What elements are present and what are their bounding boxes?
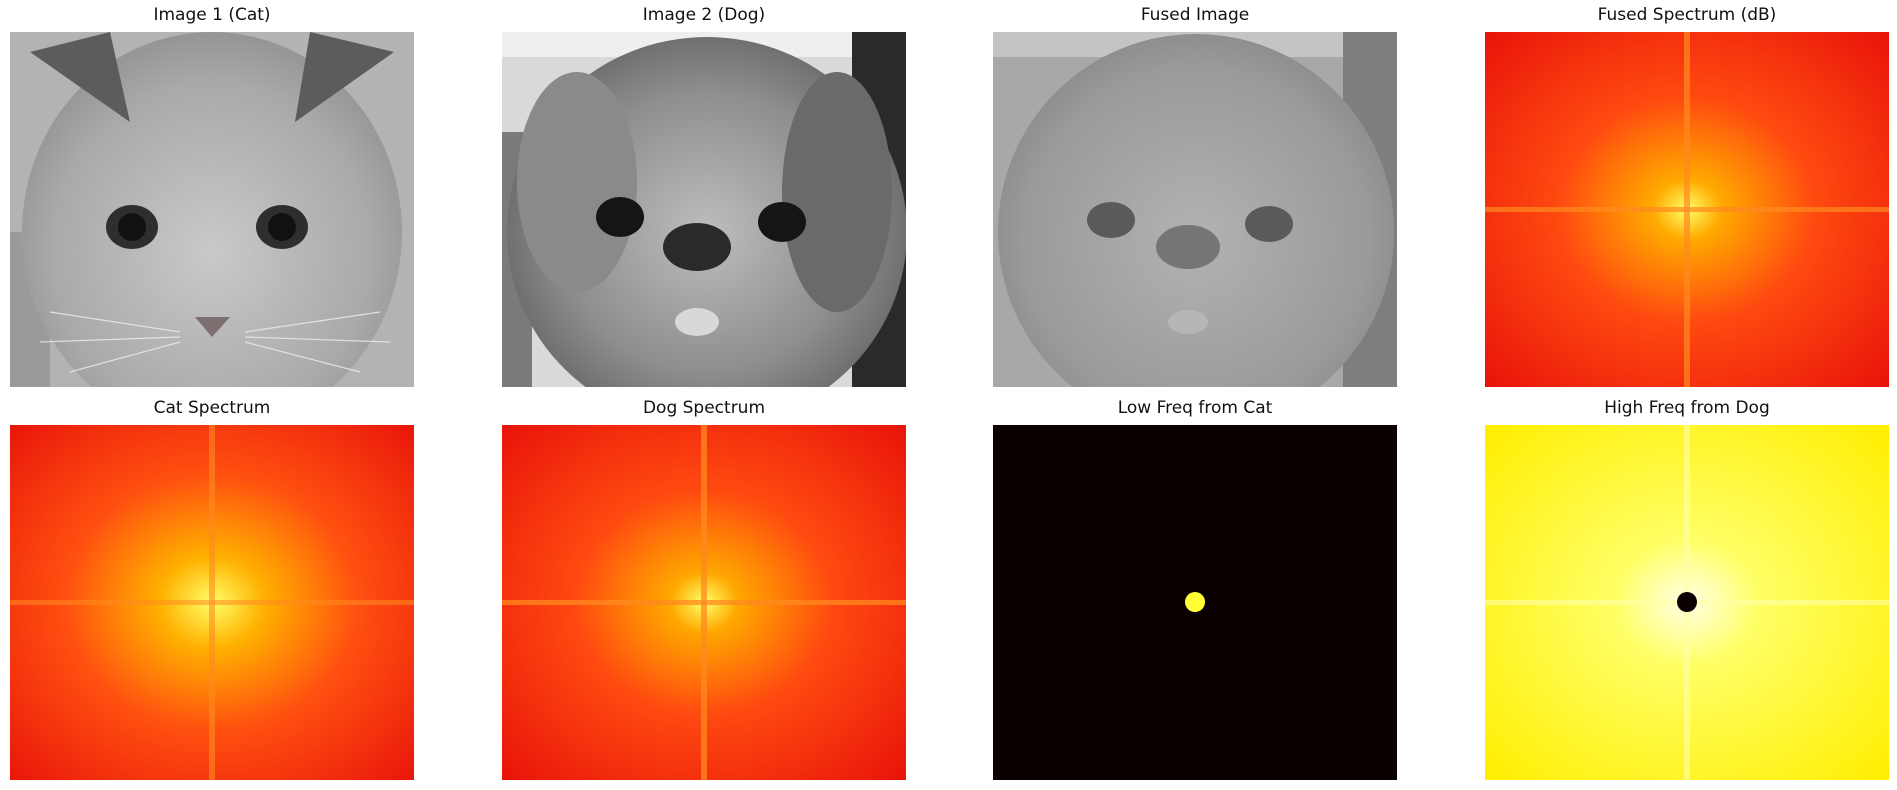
cat-photo-graphic — [10, 32, 414, 387]
fused-spectrum — [1485, 32, 1889, 387]
high-freq-mask — [1485, 425, 1889, 780]
mask-circle — [1185, 592, 1205, 612]
dog-spectrum-graphic — [502, 425, 906, 780]
panel-title: Image 2 (Dog) — [642, 5, 766, 25]
dog-photo — [502, 32, 906, 387]
panel-title: High Freq from Dog — [1604, 398, 1770, 418]
mask-circle — [1677, 592, 1697, 612]
dog-photo-graphic — [502, 32, 906, 387]
dog-spectrum — [502, 425, 906, 780]
panel-title: Image 1 (Cat) — [153, 5, 271, 25]
panel-title: Low Freq from Cat — [1117, 398, 1273, 418]
fused-spectrum-graphic — [1485, 32, 1889, 387]
panel-title: Fused Image — [1140, 5, 1250, 25]
cat-spectrum-graphic — [10, 425, 414, 780]
low-freq-mask — [993, 425, 1397, 780]
panel-title: Fused Spectrum (dB) — [1597, 5, 1777, 25]
panel-title: Cat Spectrum — [153, 398, 271, 418]
low-freq-mask-graphic — [993, 425, 1397, 780]
fused-photo — [993, 32, 1397, 387]
cat-photo — [10, 32, 414, 387]
high-freq-mask-graphic — [1485, 425, 1889, 780]
cat-spectrum — [10, 425, 414, 780]
panel-title: Dog Spectrum — [642, 398, 766, 418]
fused-photo-graphic — [993, 32, 1397, 387]
